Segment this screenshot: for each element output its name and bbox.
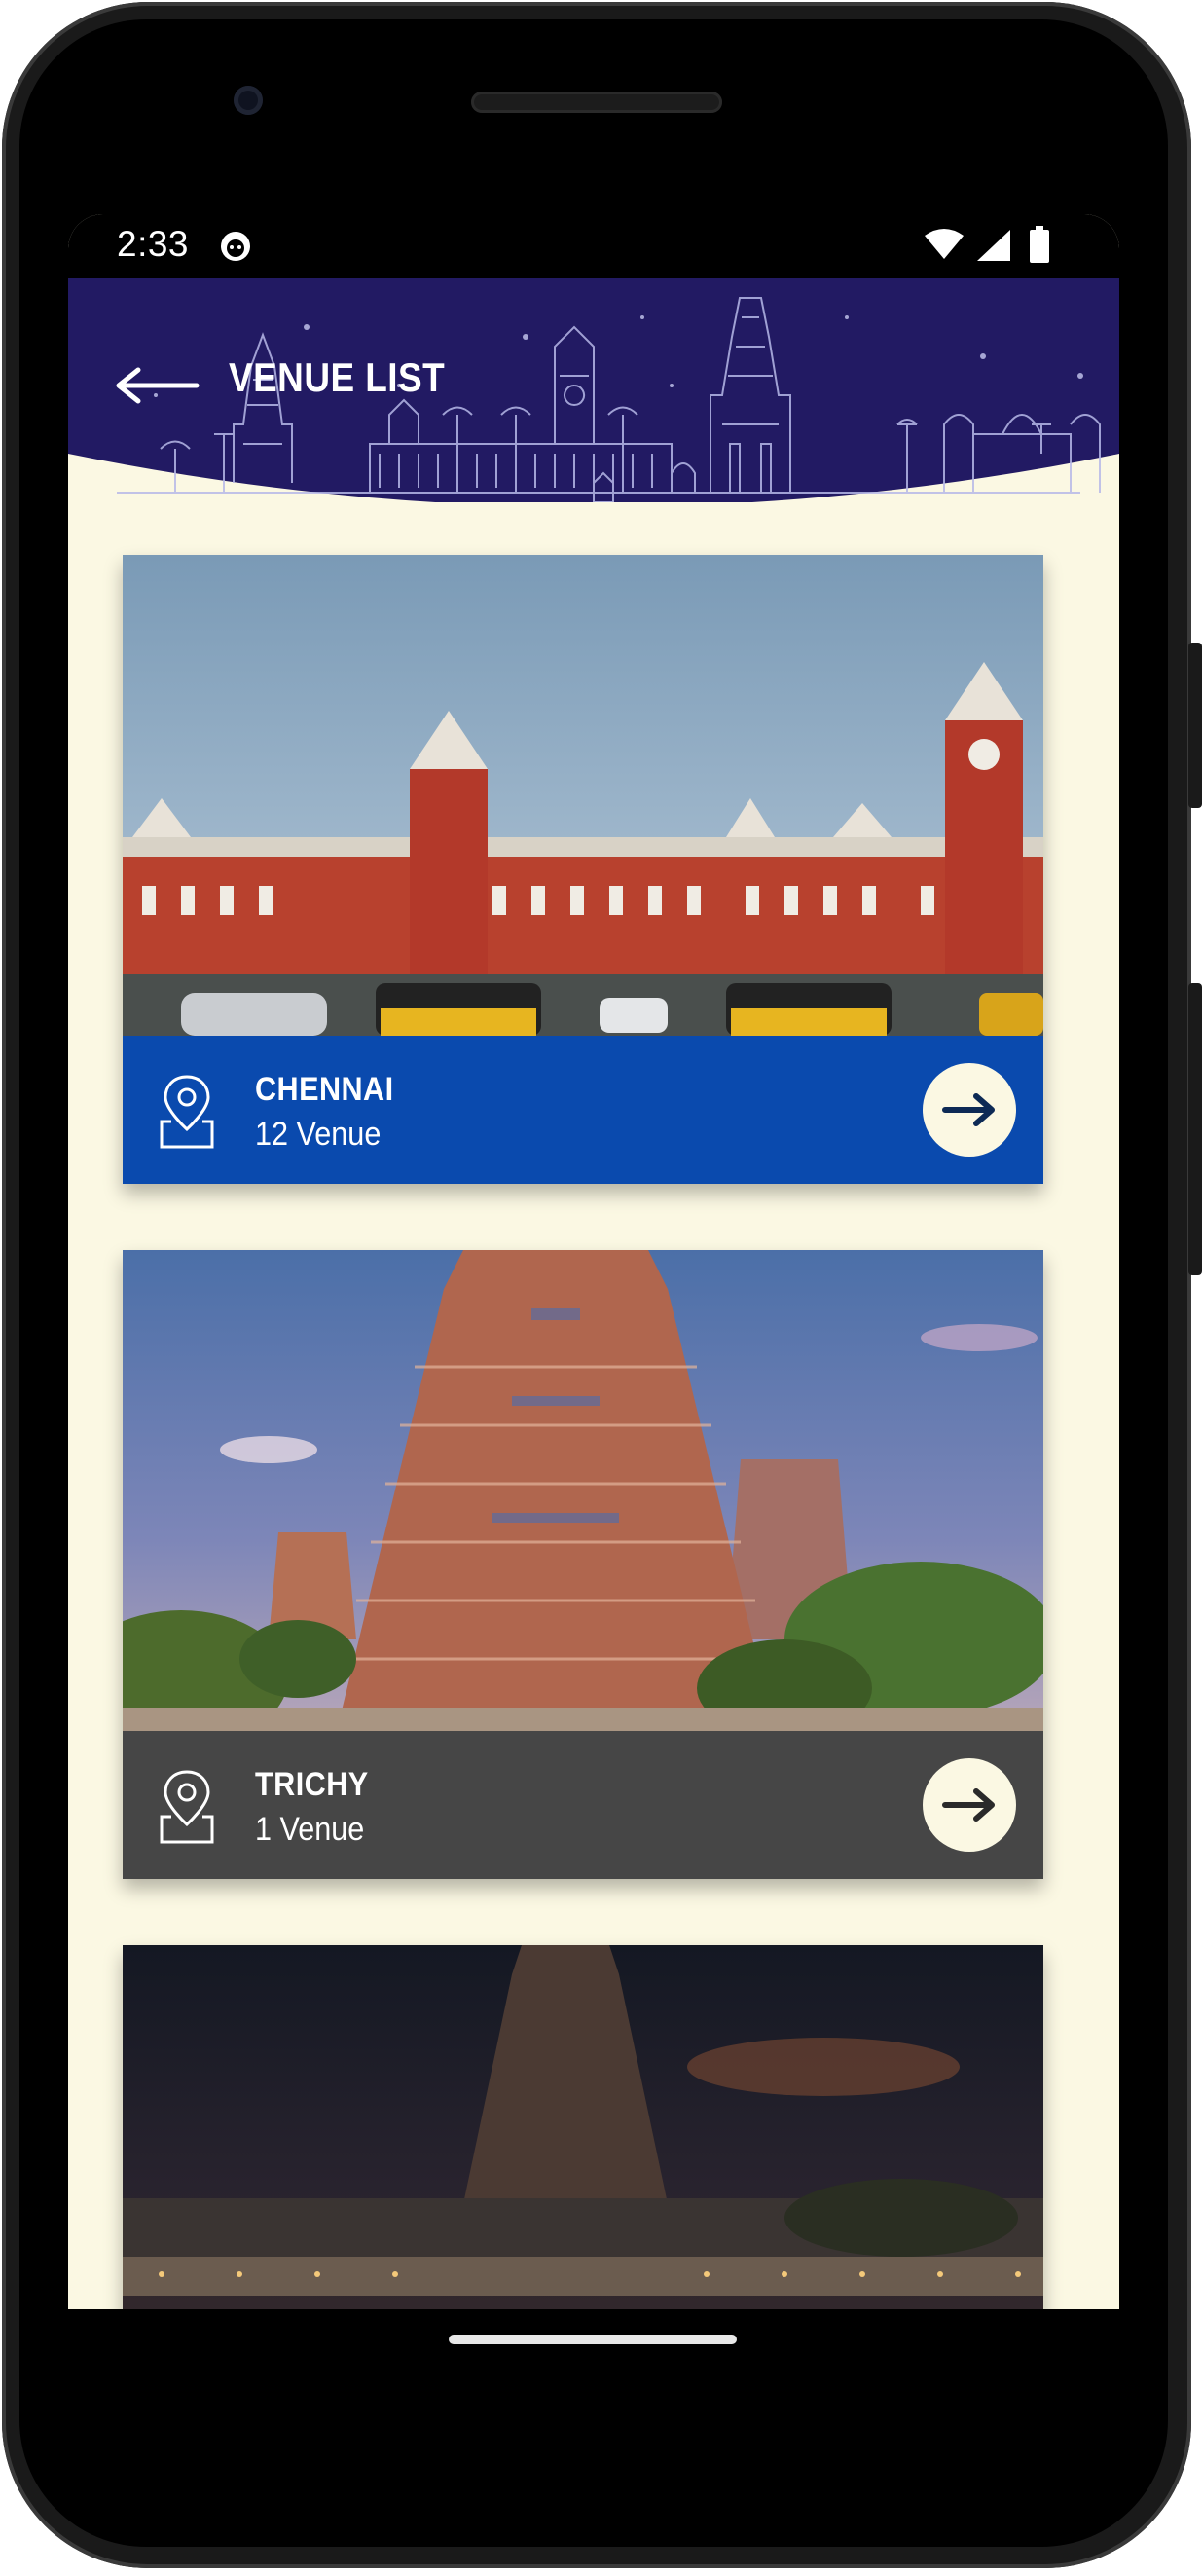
- venue-count: 12 Venue: [255, 1116, 382, 1153]
- volume-button: [1188, 983, 1202, 1275]
- wifi-icon: [925, 229, 964, 259]
- notification-app-icon: [221, 232, 250, 261]
- page-title: VENUE LIST: [229, 354, 446, 400]
- location-pin-icon: [160, 1075, 214, 1149]
- chennai-photo: [123, 555, 1043, 1036]
- power-button: [1188, 643, 1202, 808]
- venue-city-name: TRICHY: [255, 1766, 369, 1803]
- phone-frame: 2:33 VENUE LIST CHENNAI 12 Venue TRICHY …: [0, 0, 1202, 2576]
- app-screen: 2:33 VENUE LIST CHENNAI 12 Venue TRICHY …: [68, 214, 1119, 2309]
- venue-count: 1 Venue: [255, 1811, 365, 1848]
- open-venue-button[interactable]: [923, 1758, 1016, 1852]
- app-header: VENUE LIST: [68, 278, 1119, 502]
- status-bar: 2:33: [68, 214, 1119, 278]
- city-skyline-banner: [68, 278, 1119, 502]
- night-temple-photo: [123, 1945, 1043, 2309]
- venue-card-trichy[interactable]: TRICHY 1 Venue: [123, 1250, 1043, 1879]
- battery-icon: [1030, 226, 1049, 263]
- venue-city-name: CHENNAI: [255, 1071, 394, 1108]
- home-indicator[interactable]: [449, 2335, 737, 2344]
- venue-card-third[interactable]: [123, 1945, 1043, 2309]
- earpiece-speaker: [471, 92, 722, 113]
- venue-card-chennai[interactable]: CHENNAI 12 Venue: [123, 555, 1043, 1184]
- location-pin-icon: [160, 1770, 214, 1844]
- arrow-right-icon: [942, 1788, 995, 1822]
- open-venue-button[interactable]: [923, 1063, 1016, 1157]
- status-time: 2:33: [117, 224, 190, 264]
- system-status-icons: [925, 226, 1049, 263]
- arrow-right-icon: [942, 1093, 995, 1126]
- back-arrow-icon[interactable]: [107, 356, 204, 415]
- trichy-photo: [123, 1250, 1043, 1731]
- venue-info-bar: TRICHY 1 Venue: [123, 1731, 1043, 1879]
- front-camera: [234, 86, 263, 115]
- signal-icon: [977, 230, 1010, 261]
- venue-info-bar: CHENNAI 12 Venue: [123, 1036, 1043, 1184]
